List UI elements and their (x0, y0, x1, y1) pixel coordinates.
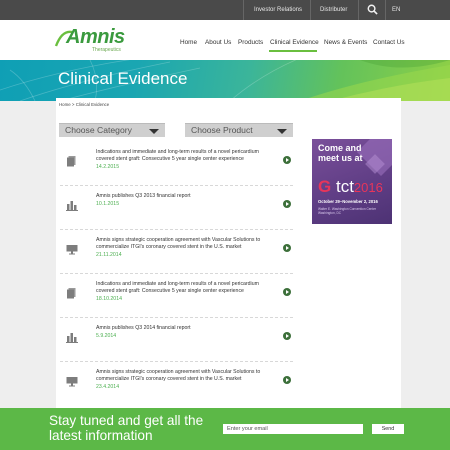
chevron-down-icon (149, 129, 159, 134)
news-item[interactable]: Amnis publishes Q3 2013 financial report… (60, 186, 293, 230)
divider (385, 0, 386, 20)
product-dropdown-label: Choose Product (191, 125, 253, 135)
content-panel: Home > Clinical Evidence Choose Category… (56, 98, 401, 408)
product-dropdown[interactable]: Choose Product (185, 123, 293, 137)
logo-subtext: Therapeutics (92, 47, 121, 53)
news-item[interactable]: Indications and immediate and long-term … (60, 274, 293, 318)
news-title: Indications and immediate and long-term … (96, 281, 276, 303)
active-nav-indicator (269, 50, 317, 52)
document-icon (67, 156, 76, 167)
nav-news-events[interactable]: News & Events (324, 39, 367, 46)
hero-banner: Clinical Evidence (0, 60, 450, 101)
document-icon (67, 288, 76, 299)
arrow-right-icon[interactable] (283, 200, 291, 208)
chevron-down-icon (277, 129, 287, 134)
nav-products[interactable]: Products (238, 39, 263, 46)
nav-clinical-evidence[interactable]: Clinical Evidence (270, 39, 319, 46)
nav-contact-us[interactable]: Contact Us (373, 39, 405, 46)
language-selector[interactable]: EN (392, 0, 400, 20)
logo-wordmark: Amnis (66, 26, 125, 48)
nav-about-us[interactable]: About Us (205, 39, 231, 46)
event-venue: Walter E. Washington Convention Center W… (318, 207, 377, 215)
arrow-right-icon[interactable] (283, 376, 291, 384)
tct-event-banner[interactable]: Come and meet us at G tct2016 October 29… (312, 139, 392, 224)
search-icon[interactable] (367, 4, 378, 15)
send-button[interactable]: Send (372, 424, 404, 434)
news-date: 23.4.2014 (96, 384, 120, 390)
event-dates: October 29–November 2, 2016 (318, 199, 378, 204)
page-title: Clinical Evidence (58, 69, 188, 88)
arrow-right-icon[interactable] (283, 244, 291, 252)
category-dropdown-label: Choose Category (65, 125, 132, 135)
news-item[interactable]: Amnis signs strategic cooperation agreem… (60, 362, 293, 406)
arrow-right-icon[interactable] (283, 288, 291, 296)
email-field[interactable] (223, 424, 363, 434)
news-title: Amnis publishes Q3 2013 financial report… (96, 193, 276, 208)
tct-logo: G tct2016 (318, 177, 383, 196)
news-item[interactable]: Amnis signs strategic cooperation agreem… (60, 230, 293, 274)
amnis-logo[interactable]: Amnis Therapeutics (54, 26, 146, 54)
site-header: Amnis Therapeutics Home About Us Product… (0, 20, 450, 60)
divider (243, 0, 244, 20)
news-date: 5.9.2014 (96, 333, 117, 339)
news-title: Amnis publishes Q3 2014 financial report… (96, 325, 276, 340)
news-title: Amnis signs strategic cooperation agreem… (96, 237, 276, 259)
news-item[interactable]: Amnis publishes Q3 2014 financial report… (60, 318, 293, 362)
monitor-icon (66, 245, 78, 255)
divider (358, 0, 359, 20)
arrow-right-icon[interactable] (283, 156, 291, 164)
news-date: 21.11.2014 (96, 252, 122, 258)
nav-home[interactable]: Home (180, 39, 197, 46)
distributer-link[interactable]: Distributer (320, 0, 347, 20)
news-title: Amnis signs strategic cooperation agreem… (96, 369, 276, 391)
arrow-right-icon[interactable] (283, 332, 291, 340)
divider (310, 0, 311, 20)
top-utility-bar: Investor Relations Distributer EN (0, 0, 450, 20)
event-heading: Come and meet us at (318, 143, 363, 163)
news-date: 14.2.2015 (96, 164, 120, 170)
monitor-icon (66, 377, 78, 387)
news-item[interactable]: Indications and immediate and long-term … (60, 142, 293, 186)
news-date: 18.10.2014 (96, 296, 122, 302)
newsletter-footer: Stay tuned and get all the latest inform… (0, 408, 450, 450)
category-dropdown[interactable]: Choose Category (59, 123, 165, 137)
news-date: 10.1.2015 (96, 201, 120, 207)
bar-chart-icon (66, 201, 78, 211)
investor-relations-link[interactable]: Investor Relations (254, 0, 302, 20)
bar-chart-icon (66, 333, 78, 343)
news-title: Indications and immediate and long-term … (96, 149, 276, 171)
breadcrumb[interactable]: Home > Clinical Evidence (59, 102, 109, 107)
newsletter-headline: Stay tuned and get all the latest inform… (49, 413, 204, 443)
